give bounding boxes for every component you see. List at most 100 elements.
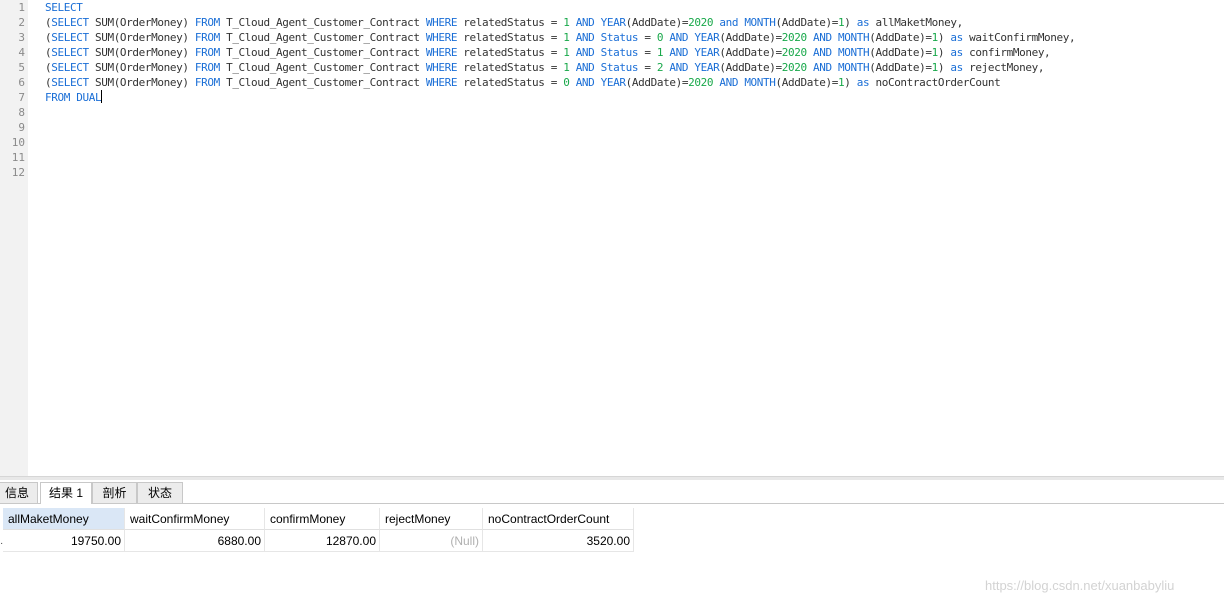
table-cell-waitconfirmmoney[interactable]: 6880.00	[125, 530, 265, 552]
sql-text: )	[844, 76, 857, 89]
tab-result-1[interactable]: 结果 1	[40, 482, 92, 504]
sql-text: (AddDate)=	[869, 61, 932, 74]
table-cell-nocontractordercount[interactable]: 3520.00	[483, 530, 634, 552]
sql-text: relatedStatus =	[457, 76, 564, 89]
line-number: 8	[18, 106, 25, 119]
tab-status[interactable]: 状态	[137, 482, 183, 503]
line-number: 9	[18, 121, 25, 134]
sql-text: (AddDate)=	[625, 16, 689, 29]
sql-keyword: FROM	[194, 16, 220, 29]
sql-text: (AddDate)=	[869, 31, 932, 44]
sql-text: relatedStatus =	[457, 16, 564, 29]
sql-text: (AddDate)=	[625, 76, 689, 89]
column-header-allmaketmoney[interactable]: allMaketMoney	[3, 508, 125, 530]
sql-text: T_Cloud_Agent_Customer_Contract	[219, 76, 426, 89]
sql-text: (AddDate)=	[719, 46, 782, 59]
sql-text: confirmMoney,	[962, 46, 1051, 59]
sql-keyword: YEAR	[694, 61, 720, 74]
sql-keyword: SELECT	[51, 31, 89, 44]
sql-keyword: AND	[575, 61, 595, 74]
line-number: 12	[11, 166, 25, 179]
sql-text: SUM(OrderMoney)	[88, 31, 195, 44]
sql-keyword: FROM	[194, 31, 220, 44]
tab-profile[interactable]: 剖析	[92, 482, 137, 503]
sql-keyword: AND	[813, 61, 832, 74]
sql-keyword: WHERE	[425, 46, 458, 59]
sql-keyword: WHERE	[425, 16, 458, 29]
sql-text: T_Cloud_Agent_Customer_Contract	[219, 16, 426, 29]
line-number: 5	[18, 61, 25, 74]
sql-keyword: SELECT	[51, 16, 89, 29]
sql-text: )	[937, 61, 951, 74]
sql-keyword: Status	[600, 31, 639, 44]
sql-number: 2020	[781, 46, 807, 59]
sql-text: T_Cloud_Agent_Customer_Contract	[219, 31, 426, 44]
code-line: (SELECT SUM(OrderMoney) FROM T_Cloud_Age…	[45, 45, 1051, 60]
sql-keyword: YEAR	[600, 16, 626, 29]
sql-keyword: SELECT	[51, 61, 89, 74]
sql-text: rejectMoney,	[962, 61, 1045, 74]
sql-keyword: as	[950, 46, 963, 59]
line-number: 7	[18, 91, 25, 104]
sql-text: SUM(OrderMoney)	[88, 16, 195, 29]
sql-text: waitConfirmMoney,	[962, 31, 1076, 44]
sql-keyword: FROM	[194, 61, 220, 74]
sql-text: (AddDate)=	[775, 16, 839, 29]
sql-keyword: Status	[600, 61, 639, 74]
sql-text: SUM(OrderMoney)	[88, 76, 195, 89]
sql-keyword: FROM	[194, 76, 220, 89]
sql-keyword: YEAR	[694, 46, 720, 59]
sql-keyword: AND	[813, 31, 832, 44]
column-header-nocontractordercount[interactable]: noContractOrderCount	[483, 508, 634, 530]
sql-keyword: AND	[719, 76, 739, 89]
code-line: FROM DUAL	[45, 90, 103, 105]
sql-text: noContractOrderCount	[869, 76, 1001, 89]
code-line: SELECT	[45, 0, 83, 15]
sql-text: =	[638, 31, 657, 44]
sql-keyword: AND	[575, 31, 595, 44]
sql-keyword: as	[856, 76, 870, 89]
sql-keyword: and	[719, 16, 739, 29]
sql-text: SUM(OrderMoney)	[88, 46, 195, 59]
sql-keyword: YEAR	[694, 31, 720, 44]
sql-keyword: AND	[575, 16, 595, 29]
table-cell-confirmmoney[interactable]: 12870.00	[265, 530, 380, 552]
sql-keyword: Status	[600, 46, 639, 59]
sql-keyword: AND	[669, 31, 689, 44]
column-header-rejectmoney[interactable]: rejectMoney	[380, 508, 483, 530]
sql-keyword: AND	[575, 46, 595, 59]
sql-keyword: MONTH	[744, 76, 776, 89]
sql-keyword: as	[950, 31, 963, 44]
code-line: (SELECT SUM(OrderMoney) FROM T_Cloud_Age…	[45, 30, 1076, 45]
line-number-gutter: 1 2 3 4 5 6 7 8 9 10 11 12	[0, 0, 28, 476]
column-header-waitconfirmmoney[interactable]: waitConfirmMoney	[125, 508, 265, 530]
code-line: (SELECT SUM(OrderMoney) FROM T_Cloud_Age…	[45, 75, 1001, 90]
sql-keyword: WHERE	[425, 61, 458, 74]
sql-keyword: AND	[669, 61, 689, 74]
sql-keyword: MONTH	[838, 31, 870, 44]
code-line: (SELECT SUM(OrderMoney) FROM T_Cloud_Age…	[45, 60, 1044, 75]
sql-number: 2020	[781, 61, 807, 74]
sql-text: =	[638, 61, 657, 74]
code-line: (SELECT SUM(OrderMoney) FROM T_Cloud_Age…	[45, 15, 963, 30]
sql-text: relatedStatus =	[457, 61, 564, 74]
sql-text: =	[638, 46, 657, 59]
table-cell-rejectmoney[interactable]: (Null)	[380, 530, 483, 552]
line-number: 10	[11, 136, 25, 149]
column-header-confirmmoney[interactable]: confirmMoney	[265, 508, 380, 530]
sql-number: 2020	[688, 76, 714, 89]
sql-keyword: AND	[669, 46, 689, 59]
sql-text: )	[937, 46, 951, 59]
sql-editor[interactable]: 1 2 3 4 5 6 7 8 9 10 11 12 SELECT (SELECT SUM(OrderM…	[0, 0, 1224, 476]
sql-keyword: FROM DUAL	[45, 91, 102, 104]
sql-text: T_Cloud_Agent_Customer_Contract	[219, 61, 426, 74]
sql-keyword: YEAR	[600, 76, 626, 89]
sql-text: (AddDate)=	[775, 76, 839, 89]
sql-keyword: AND	[575, 76, 595, 89]
result-tab-bar: 信息 结果 1 剖析 状态	[0, 480, 1224, 504]
table-cell-allmaketmoney[interactable]: 19750.00	[3, 530, 125, 552]
tab-info[interactable]: 信息	[0, 482, 38, 503]
sql-keyword: WHERE	[425, 31, 458, 44]
sql-keyword: as	[950, 61, 963, 74]
sql-text: )	[937, 31, 951, 44]
